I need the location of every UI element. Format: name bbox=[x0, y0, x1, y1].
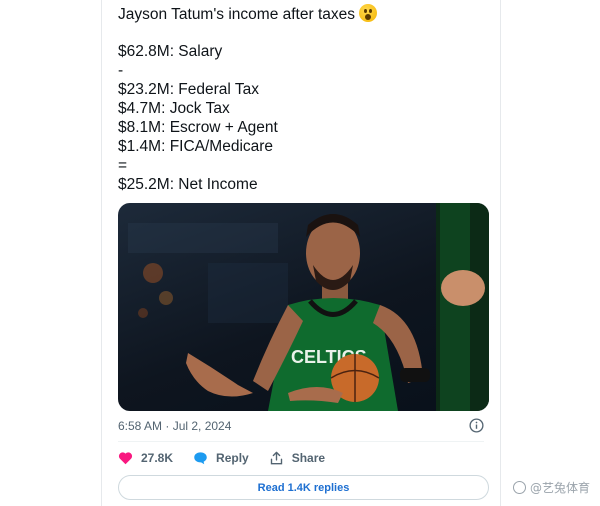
tweet-card: Jayson Tatum's income after taxes $62.8M… bbox=[101, 0, 501, 506]
escrow-agent-line: $8.1M: Escrow + Agent bbox=[118, 119, 278, 136]
tweet-photo[interactable]: CELTICS bbox=[118, 203, 489, 411]
astonished-face-icon bbox=[359, 4, 378, 22]
federal-tax-line: $23.2M: Federal Tax bbox=[118, 81, 260, 98]
jock-tax-line: $4.7M: Jock Tax bbox=[118, 100, 230, 117]
tweet-text: Jayson Tatum's income after taxes $62.8M… bbox=[118, 4, 488, 194]
tweet-actions: 27.8K Reply Share bbox=[118, 448, 345, 468]
player-photo: CELTICS bbox=[128, 203, 489, 411]
heart-icon bbox=[118, 452, 133, 465]
net-income-line: $25.2M: Net Income bbox=[118, 176, 258, 193]
like-count: 27.8K bbox=[141, 451, 174, 465]
minus-line: - bbox=[118, 62, 124, 79]
reply-label: Reply bbox=[216, 451, 249, 465]
share-label: Share bbox=[291, 451, 326, 465]
divider bbox=[118, 441, 484, 442]
reply-bubble-icon bbox=[194, 452, 207, 465]
fica-medicare-line: $1.4M: FICA/Medicare bbox=[118, 138, 274, 155]
read-replies-button[interactable]: Read 1.4K replies bbox=[118, 475, 489, 500]
watermark: @艺兔体育 bbox=[512, 479, 590, 496]
tweet-timestamp[interactable]: 6:58 AM · Jul 2, 2024 bbox=[118, 419, 231, 433]
watermark-logo-icon bbox=[512, 481, 526, 494]
tweet-title-line: Jayson Tatum's income after taxes bbox=[118, 4, 488, 23]
info-icon[interactable] bbox=[469, 418, 484, 433]
share-icon bbox=[270, 451, 282, 465]
reply-button[interactable]: Reply bbox=[193, 451, 249, 465]
like-button[interactable]: 27.8K bbox=[118, 451, 173, 465]
equals-line: = bbox=[118, 157, 128, 174]
watermark-text: @艺兔体育 bbox=[529, 481, 590, 495]
tweet-title: Jayson Tatum's income after taxes bbox=[118, 6, 356, 23]
share-button[interactable]: Share bbox=[269, 451, 325, 465]
salary-line: $62.8M: Salary bbox=[118, 43, 223, 60]
